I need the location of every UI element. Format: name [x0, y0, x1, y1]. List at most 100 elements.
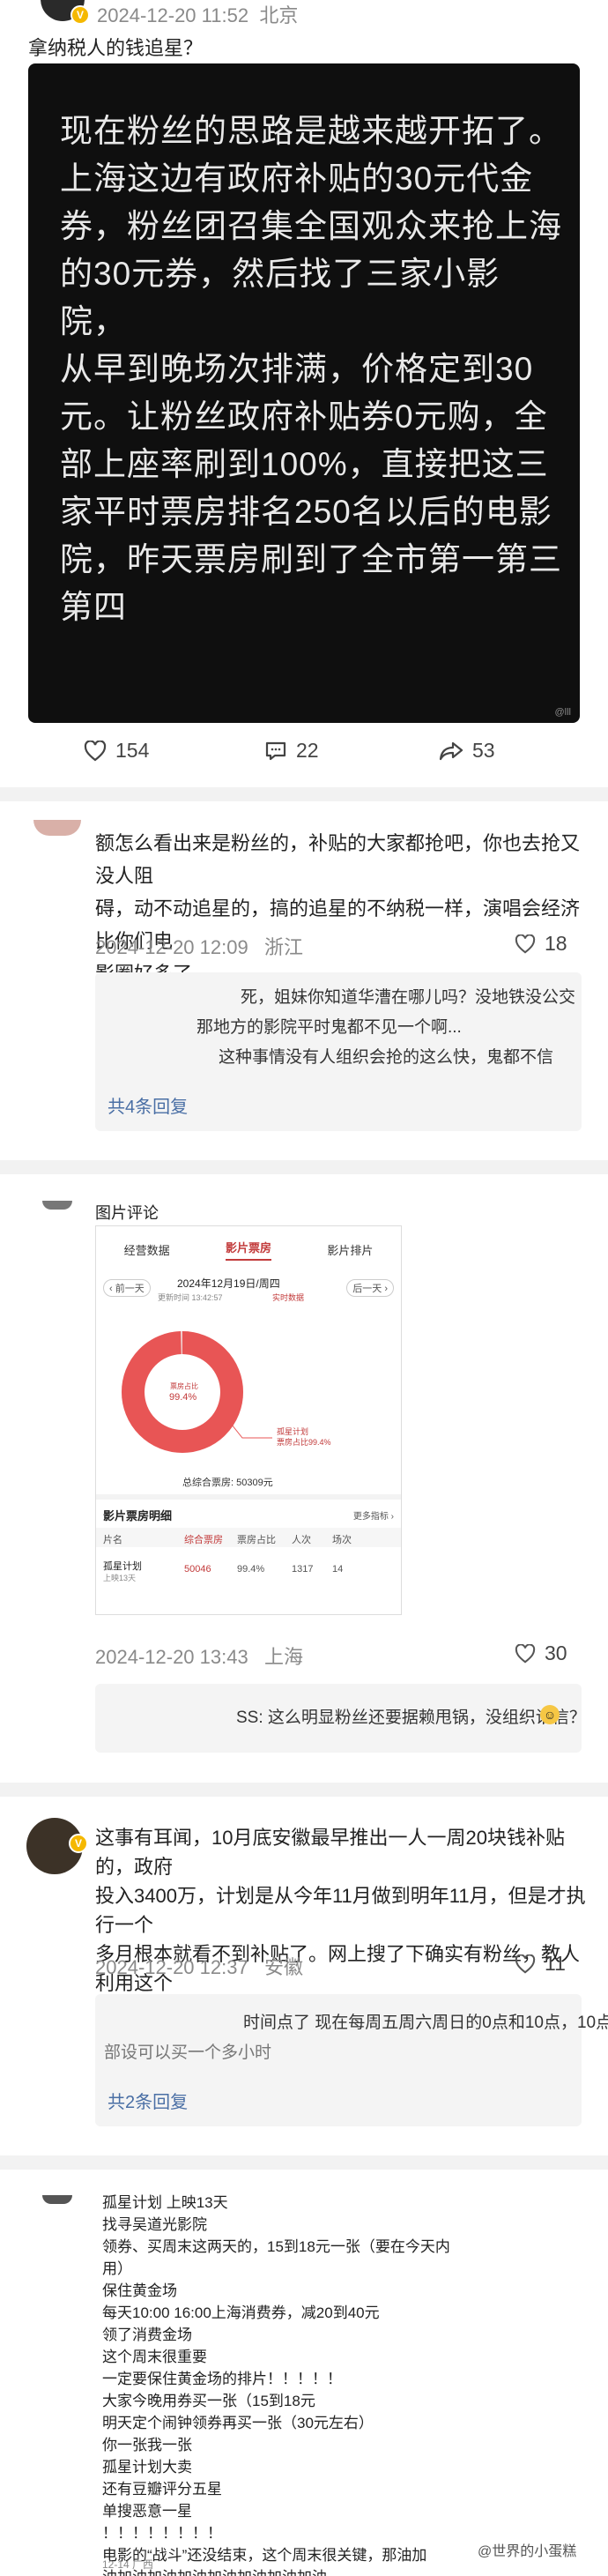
reply-line: SS: 这么明显粉丝还要据赖甩锅，没组织谁信？ — [236, 1709, 586, 1727]
reply-line: 这种事情没有人组织会抢的这么快，鬼都不信 — [219, 1048, 554, 1067]
text-line: 家平时票房排名250名以后的电影 — [60, 494, 552, 530]
emoji-icon: ☺ — [540, 1705, 560, 1724]
comment-like-count: 18 — [545, 932, 567, 955]
section-divider — [0, 787, 608, 801]
screenshot-divider — [96, 1494, 401, 1500]
verified-badge-icon: V — [69, 1834, 88, 1853]
more-replies-link[interactable]: 共4条回复 — [108, 1092, 188, 1118]
reply-line: 死，姐妹你知道华漕在哪儿吗？没地铁没公交 — [241, 988, 576, 1007]
text-line: 保住黄金场 — [102, 2282, 177, 2299]
commenter-avatar[interactable] — [42, 1201, 72, 1210]
text-line: 孤星计划 上映13天 — [102, 2194, 228, 2211]
like-count: 154 — [115, 739, 150, 762]
verified-badge-icon: V — [70, 5, 90, 25]
text-line: 从早到晚场次排满，价格定到30 — [60, 351, 534, 387]
text-line: 院，昨天票房刷到了全市第一第三 — [60, 541, 562, 577]
tab-film-box-office: 影片票房 — [225, 1239, 271, 1261]
donut-value: 99.4% — [169, 1392, 197, 1403]
callout-share: 票房占比99.4% — [277, 1438, 331, 1447]
box-office-screenshot[interactable]: 经营数据 影片票房 影片排片 ‹ 前一天 后一天 › 2024年12月19日/周… — [95, 1225, 402, 1615]
col-header: 综合票房 — [184, 1535, 223, 1545]
text-line: 领了消费金场 — [102, 2327, 192, 2343]
text-line: 孤星计划大卖 — [102, 2459, 192, 2475]
next-day-button: 后一天 › — [346, 1279, 394, 1297]
repost-button[interactable]: 53 — [439, 739, 495, 763]
note-text: 孤星计划 上映13天 找寻吴道光影院领券、买周末这两天的，15到18元一张（要在今… — [102, 2192, 450, 2576]
table-cell: 99.4% — [237, 1564, 265, 1575]
like-button[interactable]: 154 — [84, 739, 149, 763]
detail-title: 影片票房明细 — [103, 1509, 173, 1523]
donut-label: 票房占比 — [170, 1382, 198, 1390]
text-line: 用） — [102, 2260, 132, 2277]
table-cell: 14 — [332, 1564, 344, 1575]
commenter-avatar[interactable] — [42, 2195, 72, 2204]
comment-meta: 2024-12-20 13:43 上海 — [95, 1642, 303, 1670]
comment-location: 浙江 — [264, 936, 304, 958]
reply-line: 时间点了 现在每周五周六周日的0点和10点，10点 — [243, 2014, 608, 2032]
text-line: 找寻吴道光影院 — [102, 2216, 207, 2233]
text-line: ！！！！！！！！ — [102, 2525, 222, 2542]
section-divider — [0, 1160, 608, 1174]
reply-line: 部设可以买一个多小时 — [104, 2044, 272, 2062]
text-line: 你一张我一张 — [102, 2437, 192, 2453]
more-replies-link[interactable]: 共2条回复 — [108, 2088, 188, 2113]
comment-timestamp: 2024-12-20 13:43 — [95, 1646, 248, 1668]
screenshot-tabs: 经营数据 影片票房 影片排片 — [96, 1226, 401, 1272]
comment-location: 安徽 — [264, 1956, 304, 1978]
reply-box: 死，姐妹你知道华漕在哪儿吗？没地铁没公交 那地方的影院平时鬼都不见一个啊... … — [95, 972, 582, 1131]
more-metrics-link: 更多指标 › — [352, 1512, 394, 1522]
text-line: 上海这边有政府补贴的30元代金 — [60, 160, 534, 197]
commenter-avatar[interactable] — [33, 820, 81, 836]
comment-text: 额怎么看出来是粉丝的，补贴的大家都抢吧，你也去抢又没人阻 碍，动不动追星的，搞的追… — [95, 827, 589, 990]
text-line: 这个周末很重要 — [102, 2349, 207, 2365]
quote-card[interactable]: 现在粉丝的思路是越来越开拓了。 上海这边有政府补贴的30元代金 券，粉丝团召集全国观… — [28, 63, 580, 723]
note-screenshot[interactable]: 孤星计划 上映13天 找寻吴道光影院领券、买周末这两天的，15到18元一张（要在今… — [95, 2192, 465, 2576]
heart-icon — [515, 934, 536, 953]
comment-like-button[interactable]: 18 — [515, 932, 567, 956]
tab-business-data: 经营数据 — [123, 1243, 170, 1257]
post-location: 北京 — [259, 4, 299, 26]
text-line: 现在粉丝的思路是越来越开拓了。 — [60, 113, 562, 149]
text-line: 一定要保住黄金场的排片！！！！！ — [102, 2371, 342, 2387]
comment-like-count: 11 — [545, 1952, 566, 1975]
text-line: 第四 — [60, 589, 127, 625]
image-comment-title: 图片评论 — [95, 1204, 159, 1222]
text-line: 部上座率刷到100%，直接把这三 — [60, 446, 549, 482]
table-cell: 孤星计划 — [103, 1561, 142, 1572]
comment-meta: 2024-12-20 12:37 安徽 — [95, 1952, 303, 1980]
prev-day-button: ‹ 前一天 — [103, 1279, 151, 1297]
col-header: 票房占比 — [237, 1535, 276, 1545]
text-line: 元。让粉丝政府补贴券0元购，全 — [60, 398, 548, 435]
text-line: 领券、买周末这两天的，15到18元一张（要在今天内 — [102, 2238, 450, 2255]
reply-box: 时间点了 现在每周五周六周日的0点和10点，10点 部设可以买一个多小时 共2条… — [95, 1994, 608, 2126]
repost-count: 53 — [472, 739, 495, 762]
comment-count: 22 — [296, 739, 319, 762]
comment-timestamp: 2024-12-20 12:37 — [95, 1956, 248, 1978]
comment-like-button[interactable]: 30 — [515, 1642, 567, 1665]
text-line: 明天定个闹钟领券再买一张（30元左右） — [102, 2415, 374, 2431]
col-header: 人次 — [292, 1535, 311, 1545]
text-line: 投入3400万，计划是从今年11月做到明年11月，但是才执行一个 — [95, 1885, 586, 1936]
text-line: 电影的“战斗”还没结束，这个周末很关键，那油加 — [102, 2547, 427, 2564]
watermark: @世界的小蛋糕 — [478, 2544, 577, 2559]
box-office-donut — [122, 1331, 272, 1453]
text-line: 大家今晚用券买一张（15到18元 — [102, 2393, 315, 2409]
reply-line: 那地方的影院平时鬼都不见一个啊... — [196, 1018, 462, 1037]
post-timestamp: 2024-12-20 11:52 — [97, 4, 249, 26]
text-line: 油加油加油加油加油加油加油加油 — [102, 2566, 450, 2576]
total-box-office: 总综合票房: 50309元 — [182, 1478, 273, 1488]
section-divider — [0, 2155, 608, 2170]
table-cell: 上映13天 — [103, 1574, 137, 1582]
table-cell: 1317 — [292, 1564, 314, 1575]
col-header: 片名 — [103, 1535, 122, 1545]
share-icon — [439, 741, 463, 760]
table-cell: 50046 — [184, 1564, 211, 1575]
comment-button[interactable]: 22 — [264, 739, 319, 763]
comment-like-button[interactable]: 11 — [515, 1952, 566, 1976]
tab-film-schedule: 影片排片 — [327, 1243, 374, 1257]
comment-icon — [265, 741, 286, 760]
heart-icon — [515, 1954, 536, 1973]
screenshot-date: 2024年12月19日/周四 — [177, 1277, 280, 1290]
text-line: 的30元券，然后找了三家小影院， — [60, 256, 500, 339]
comment-timestamp: 2024-12-20 12:09 — [95, 936, 248, 958]
